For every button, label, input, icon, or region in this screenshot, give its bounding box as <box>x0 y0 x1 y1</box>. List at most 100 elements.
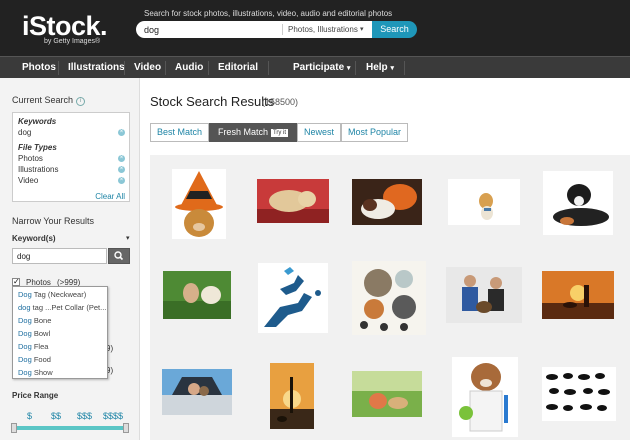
istock-logo[interactable]: iStock. <box>22 12 108 40</box>
keyword-value: dog <box>18 128 32 137</box>
file-type-illustrations: Illustrations <box>18 165 59 174</box>
nav-editorial[interactable]: Editorial <box>218 62 258 73</box>
nav-help[interactable]: Help ▾ <box>366 62 394 73</box>
result-thumbnail[interactable] <box>534 347 628 440</box>
results-count: (158500) <box>262 97 299 107</box>
tab-best-match[interactable]: Best Match <box>150 123 209 142</box>
result-thumbnail[interactable] <box>534 155 628 249</box>
suggestion-match: Dog <box>18 342 32 351</box>
narrow-results-heading: Narrow Your Results <box>12 216 95 226</box>
price-tick[interactable]: $$$$ <box>103 411 123 421</box>
sidebar: Current Search i Keywords dog × File Type… <box>0 78 140 440</box>
suggestion-item[interactable]: Dog Tag (Neckwear) <box>18 290 86 299</box>
keyword-filter-input[interactable] <box>12 248 107 264</box>
result-thumbnail[interactable] <box>438 155 532 249</box>
keyword-filter-label[interactable]: Keyword(s) <box>12 234 56 243</box>
photos-checkbox[interactable]: ✓ <box>12 278 20 286</box>
current-search-box: Keywords dog × File Types Photos × Illus… <box>12 112 130 202</box>
result-thumbnail[interactable] <box>150 155 244 249</box>
nav-participate[interactable]: Participate ▾ <box>293 62 350 73</box>
result-thumbnail[interactable] <box>438 347 532 440</box>
price-min-handle[interactable] <box>11 423 17 433</box>
suggestion-rest: Show <box>31 368 53 377</box>
logo-subtitle: by Getty Images® <box>44 38 101 45</box>
suggestion-match: dog <box>18 303 31 312</box>
result-thumbnail[interactable] <box>150 251 244 345</box>
nav-divider <box>355 61 356 75</box>
nav-audio[interactable]: Audio <box>175 62 203 73</box>
suggestion-rest: Food <box>31 355 51 364</box>
couple-with-dog-photo <box>446 267 522 323</box>
result-thumbnail[interactable] <box>246 251 340 345</box>
keyword-search-button[interactable] <box>108 248 130 264</box>
dog-frisbee-illustration <box>258 263 328 333</box>
search-filter-select[interactable]: Photos, Illustrations <box>288 25 358 34</box>
suggestion-match: Dog <box>18 290 32 299</box>
nav-divider <box>124 61 125 75</box>
current-search-title: Current Search <box>12 95 74 105</box>
price-tick[interactable]: $ <box>27 411 32 421</box>
result-thumbnail[interactable] <box>534 251 628 345</box>
remove-icon[interactable]: × <box>118 177 125 184</box>
result-thumbnail[interactable] <box>342 251 436 345</box>
suggestion-match: Dog <box>18 355 32 364</box>
result-thumbnail[interactable] <box>342 347 436 440</box>
remove-icon[interactable]: × <box>118 155 125 162</box>
nav-photos[interactable]: Photos <box>22 62 56 73</box>
sleeping-puppy-photo <box>257 179 329 223</box>
result-thumbnail[interactable] <box>342 155 436 249</box>
current-search-heading: Current Search i <box>12 95 86 106</box>
result-thumbnail[interactable] <box>246 347 340 440</box>
dog-badges-illustration <box>352 261 426 335</box>
child-with-dog-photo <box>352 371 422 417</box>
search-caption: Search for stock photos, illustrations, … <box>144 9 393 18</box>
keywords-label: Keywords <box>18 117 57 126</box>
suggestion-item[interactable]: Dog Bowl <box>18 329 50 338</box>
suggestion-rest: Flea <box>31 342 49 351</box>
tab-most-popular[interactable]: Most Popular <box>341 123 408 142</box>
remove-icon[interactable]: × <box>118 129 125 136</box>
tab-fresh-match-label: Fresh Match <box>217 127 268 137</box>
search-input[interactable] <box>144 23 284 36</box>
chevron-down-icon[interactable]: ▾ <box>126 234 130 242</box>
price-tick[interactable]: $$$ <box>77 411 92 421</box>
info-icon[interactable]: i <box>76 97 86 106</box>
remove-icon[interactable]: × <box>118 166 125 173</box>
suggestion-rest: Tag (Neckwear) <box>31 290 87 299</box>
search-button[interactable]: Search <box>372 21 417 38</box>
file-types-label: File Types <box>18 143 57 152</box>
price-tick[interactable]: $$ <box>51 411 61 421</box>
suggestion-rest: Bowl <box>31 329 51 338</box>
suggestion-item[interactable]: dog tag ...Pet Collar (Pet... <box>18 303 106 312</box>
suggestion-rest: tag ...Pet Collar (Pet... <box>30 303 107 312</box>
suggestion-match: Dog <box>18 368 32 377</box>
suggestion-match: Dog <box>18 316 32 325</box>
file-type-video: Video <box>18 176 39 185</box>
dog-silhouettes-illustration <box>542 367 616 421</box>
main-nav: Photos Illustrations Video Audio Editori… <box>0 56 630 78</box>
nav-video[interactable]: Video <box>134 62 161 73</box>
suggestion-item[interactable]: Dog Show <box>18 368 53 377</box>
suggestion-item[interactable]: Dog Flea <box>18 342 48 351</box>
suggestion-match: Dog <box>18 329 32 338</box>
clear-all-link[interactable]: Clear All <box>95 192 125 201</box>
suggestion-item[interactable]: Dog Food <box>18 355 51 364</box>
suggestion-item[interactable]: Dog Bone <box>18 316 51 325</box>
puppy-pumpkin-photo <box>352 179 422 225</box>
result-thumbnail[interactable] <box>150 347 244 440</box>
chevron-down-icon[interactable]: ▾ <box>360 25 364 33</box>
search-box: Photos, Illustrations ▾ <box>136 21 372 38</box>
result-thumbnail[interactable] <box>246 155 340 249</box>
nav-divider <box>208 61 209 75</box>
tab-newest[interactable]: Newest <box>297 123 341 142</box>
results-grid <box>150 155 630 440</box>
nav-divider <box>268 61 269 75</box>
nav-illustrations[interactable]: Illustrations <box>68 62 125 73</box>
price-max-handle[interactable] <box>123 423 129 433</box>
bernese-dog-photo <box>543 171 613 235</box>
sunset-dog-silhouette-photo <box>542 271 614 319</box>
tab-fresh-match[interactable]: Fresh Match Try it <box>209 123 297 142</box>
price-range-slider[interactable] <box>14 426 126 430</box>
result-thumbnail[interactable] <box>438 251 532 345</box>
keyword-suggestions-dropdown: Dog Tag (Neckwear) dog tag ...Pet Collar… <box>12 286 108 379</box>
